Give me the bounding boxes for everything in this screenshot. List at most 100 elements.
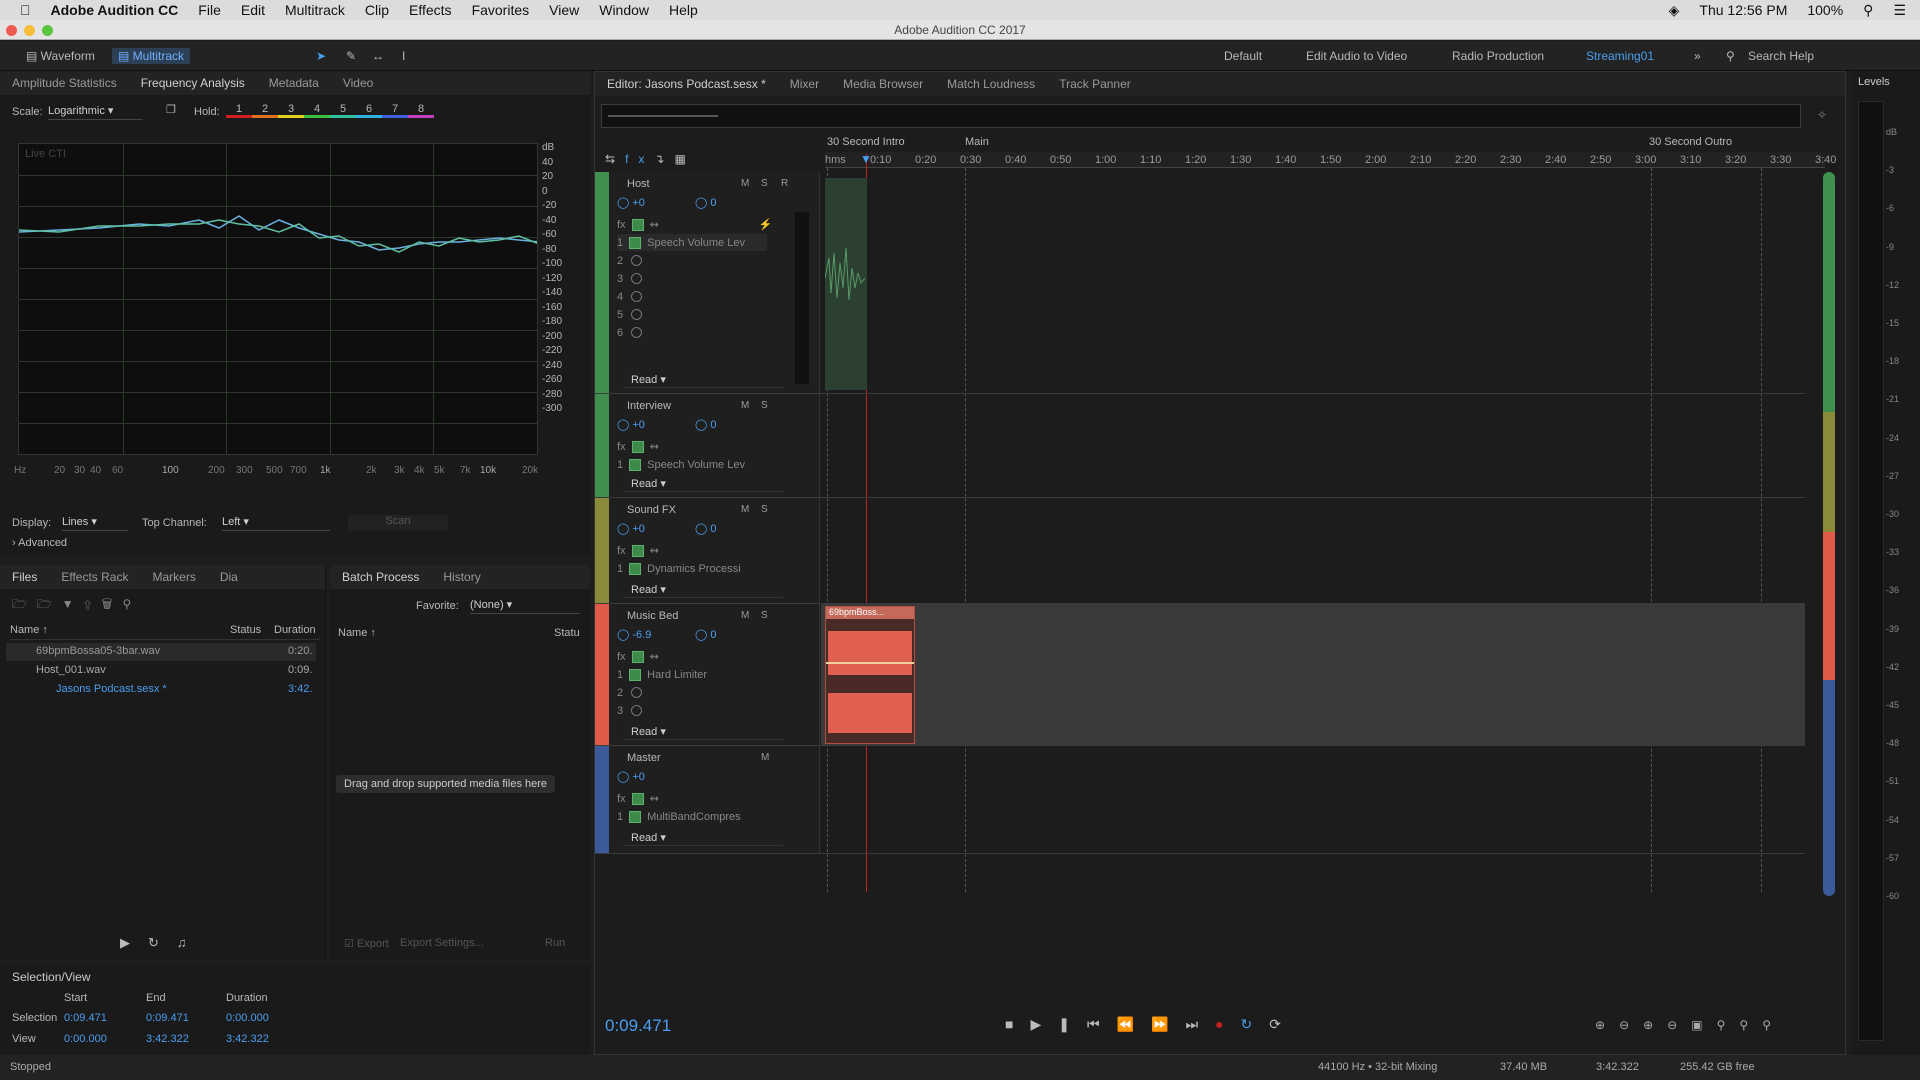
tab-files[interactable]: Files <box>0 570 49 584</box>
play-icon[interactable]: ▶ <box>1030 1016 1058 1032</box>
volume-knob[interactable]: ◯ +0 <box>617 770 645 783</box>
fx-bolt-icon[interactable]: ⚡ <box>759 218 773 231</box>
fx-slot[interactable]: 1 Speech Volume Lev <box>617 234 767 251</box>
hold-button[interactable]: 8 <box>408 103 434 118</box>
spectrum-graph[interactable]: Live CTI <box>18 143 538 455</box>
fx-slot[interactable]: 5 <box>617 306 648 323</box>
hold-button[interactable]: 7 <box>382 103 408 118</box>
app-menu[interactable]: Adobe Audition CC <box>41 2 189 18</box>
fx-slot[interactable]: 2 <box>617 684 648 701</box>
notification-icon[interactable]: ☰ <box>1883 2 1920 19</box>
minimize-window-button[interactable] <box>24 25 35 36</box>
loop-preview-icon[interactable]: ↻ <box>148 935 177 950</box>
eq-icon[interactable]: ▦ <box>674 152 695 166</box>
fx-slot[interactable]: 1 Dynamics Processi <box>617 560 767 577</box>
fx-slot[interactable]: 4 <box>617 288 648 305</box>
vertical-scrollbar[interactable] <box>1823 172 1835 896</box>
track-color-strip[interactable] <box>595 746 609 853</box>
pan-knob[interactable]: ◯ 0 <box>695 418 717 431</box>
tab-metadata[interactable]: Metadata <box>257 76 331 90</box>
hold-button[interactable]: 2 <box>252 103 278 118</box>
mute-button[interactable]: M <box>741 610 749 621</box>
scale-select[interactable]: Logarithmic ▾ <box>48 104 143 120</box>
auto-play-icon[interactable]: ♫ <box>177 935 205 950</box>
zoom-overview-icon[interactable]: ✧ <box>1817 108 1827 122</box>
hold-button[interactable]: 4 <box>304 103 330 118</box>
playhead-handle[interactable]: ▼ <box>860 152 872 166</box>
selection-duration[interactable]: 0:00.000 <box>226 1012 269 1024</box>
fx-slot[interactable]: 3 <box>617 270 648 287</box>
export-icon[interactable]: ⇪ <box>84 597 102 611</box>
delete-icon[interactable]: 🗑 <box>102 597 123 611</box>
volume-knob[interactable]: ◯ -6.9 <box>617 628 651 641</box>
col-duration[interactable]: Duration <box>274 624 316 636</box>
track-color-strip[interactable] <box>595 604 609 745</box>
close-window-button[interactable] <box>6 25 17 36</box>
fx-slot[interactable]: 1 Hard Limiter <box>617 666 767 683</box>
solo-button[interactable]: S <box>761 178 768 189</box>
track-name[interactable]: Sound FX <box>627 504 676 516</box>
spotlight-icon[interactable]: ⚲ <box>1853 2 1883 19</box>
stop-icon[interactable]: ■ <box>1005 1016 1030 1032</box>
marker-main[interactable]: Main <box>965 136 989 148</box>
menu-effects[interactable]: Effects <box>399 2 462 18</box>
export-checkbox[interactable]: ☑ Export <box>344 937 389 950</box>
menu-clip[interactable]: Clip <box>355 2 399 18</box>
workspace-edit-audio-to-video[interactable]: Edit Audio to Video <box>1306 49 1407 63</box>
view-start[interactable]: 0:00.000 <box>64 1033 107 1045</box>
automation-mode-select[interactable]: Read ▾ <box>623 830 783 846</box>
waveform-view-button[interactable]: ▤ Waveform <box>20 48 101 64</box>
fx-slot[interactable]: 2 <box>617 252 648 269</box>
hold-button[interactable]: 6 <box>356 103 382 118</box>
mute-button[interactable]: M <box>741 178 749 189</box>
track-color-strip[interactable] <box>595 498 609 603</box>
zoom-out-all-icon[interactable]: ⚲ <box>1762 1018 1785 1032</box>
batch-col-status[interactable]: Statu <box>554 627 580 639</box>
list-item[interactable]: Jasons Podcast.sesx * 3:42. <box>6 681 316 699</box>
track-color-strip[interactable] <box>595 172 609 393</box>
menu-file[interactable]: File <box>188 2 231 18</box>
zoom-full-icon[interactable]: ▣ <box>1691 1018 1716 1032</box>
tab-editor[interactable]: Editor: Jasons Podcast.sesx * <box>595 77 778 91</box>
effects-rack-icon[interactable]: fx <box>625 152 654 166</box>
marker-outro[interactable]: 30 Second Outro <box>1649 136 1732 148</box>
list-item[interactable]: 69bpmBossa05-3bar.wav 0:20. <box>6 643 316 661</box>
automation-mode-select[interactable]: Read ▾ <box>623 476 783 492</box>
pan-knob[interactable]: ◯ 0 <box>695 522 717 535</box>
rewind-icon[interactable]: ⏪ <box>1117 1016 1151 1032</box>
fx-power-icon[interactable]: fx <box>617 219 626 231</box>
zoom-in-all-icon[interactable]: ⚲ <box>1739 1018 1762 1032</box>
fx-power-icon[interactable]: fx <box>617 793 626 805</box>
tab-effects-rack[interactable]: Effects Rack <box>49 570 140 584</box>
skip-selection-icon[interactable]: ⟳ <box>1269 1016 1298 1032</box>
selection-start[interactable]: 0:09.471 <box>64 1012 107 1024</box>
search-help-input[interactable]: Search Help <box>1748 49 1814 63</box>
tab-history[interactable]: History <box>431 570 492 584</box>
insert-icon[interactable]: ▼ <box>62 597 84 611</box>
mute-button[interactable]: M <box>741 400 749 411</box>
run-button[interactable]: Run <box>545 937 565 949</box>
display-select[interactable]: Lines ▾ <box>62 515 128 531</box>
fx-power-icon[interactable]: fx <box>617 651 626 663</box>
solo-button[interactable]: S <box>761 504 768 515</box>
export-settings-button[interactable]: Export Settings... <box>400 937 484 949</box>
solo-button[interactable]: S <box>761 610 768 621</box>
overview-bar[interactable] <box>601 104 1801 128</box>
tab-video[interactable]: Video <box>331 76 385 90</box>
pan-knob[interactable]: ◯ 0 <box>695 628 717 641</box>
scan-button[interactable]: Scan <box>348 515 448 531</box>
tab-diagnostics[interactable]: Dia <box>208 570 250 584</box>
col-name[interactable]: Name ↑ <box>10 624 48 636</box>
tab-mixer[interactable]: Mixer <box>778 77 831 91</box>
track-name[interactable]: Interview <box>627 400 671 412</box>
apple-icon[interactable]:  <box>0 2 41 18</box>
menu-view[interactable]: View <box>539 2 589 18</box>
tab-batch-process[interactable]: Batch Process <box>330 570 431 584</box>
time-ruler[interactable]: hms 0:10 0:20 0:30 0:40 0:50 1:00 1:10 1:20 1:30 1… <box>825 152 1836 168</box>
fx-slot[interactable]: 1 MultiBandCompres <box>617 808 767 825</box>
battery-status[interactable]: 100% <box>1797 2 1853 18</box>
pause-icon[interactable]: ❚ <box>1058 1016 1087 1032</box>
search-files-icon[interactable]: ⚲ <box>122 597 141 611</box>
tab-media-browser[interactable]: Media Browser <box>831 77 935 91</box>
razor-tool-icon[interactable]: ✎ <box>340 48 362 64</box>
